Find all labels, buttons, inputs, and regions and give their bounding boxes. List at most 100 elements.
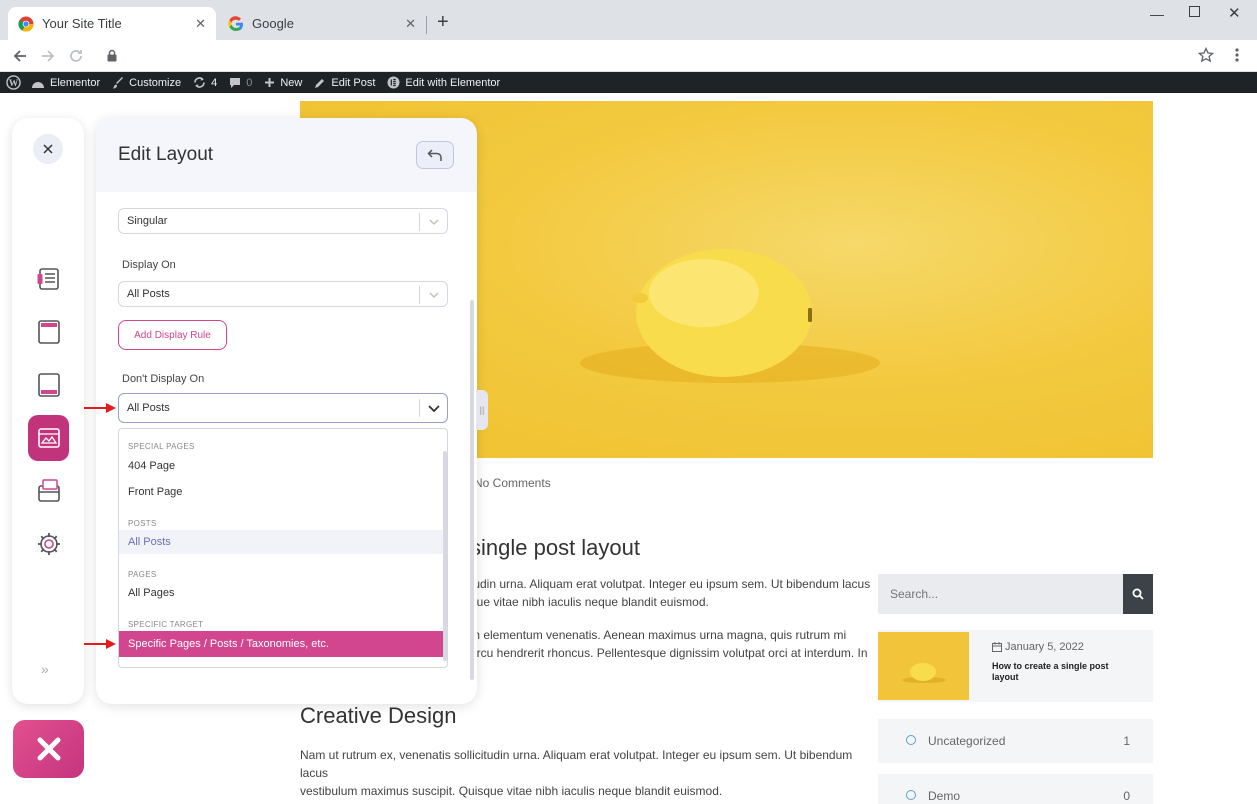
- add-display-rule-button[interactable]: Add Display Rule: [118, 320, 227, 350]
- wp-bar-edit-post[interactable]: Edit Post: [314, 77, 375, 89]
- recent-post-card[interactable]: January 5, 2022 How to create a single p…: [878, 630, 1153, 702]
- section-title: Creative Design: [300, 703, 457, 728]
- close-tab-icon[interactable]: ✕: [195, 16, 206, 32]
- minimize-button[interactable]: —: [1150, 6, 1164, 22]
- group-label-special-pages: SPECIAL PAGES: [128, 442, 195, 451]
- close-tab-icon[interactable]: ✕: [405, 16, 416, 32]
- crossed-x-logo-icon: [37, 737, 60, 761]
- search-widget: [878, 574, 1153, 614]
- svg-text:W: W: [9, 79, 19, 89]
- close-window-button[interactable]: ✕: [1228, 4, 1241, 22]
- post-title: single post layout: [470, 535, 640, 560]
- back-icon[interactable]: [12, 48, 28, 64]
- panel-scrollbar[interactable]: [470, 300, 474, 680]
- dont-display-on-select[interactable]: All Posts: [118, 393, 448, 423]
- wp-bar-edit-with-elementor[interactable]: Edit with Elementor: [387, 76, 500, 89]
- search-icon: [1132, 588, 1144, 600]
- close-panel-button[interactable]: [33, 134, 63, 164]
- tab-title: Your Site Title: [42, 16, 122, 31]
- tab-google[interactable]: Google ✕: [218, 7, 426, 40]
- single-post-template-button[interactable]: [28, 415, 69, 461]
- wp-bar-new[interactable]: New: [264, 77, 302, 89]
- lemon-thumb-image: [902, 663, 946, 683]
- group-label-posts: POSTS: [128, 519, 157, 528]
- lock-icon: [107, 49, 117, 62]
- address-bar[interactable]: [96, 44, 1224, 68]
- single-post-icon: [37, 428, 60, 448]
- option-404-page[interactable]: 404 Page: [119, 454, 443, 478]
- header-template-icon[interactable]: [36, 319, 62, 345]
- menu-kebab-icon[interactable]: [1233, 47, 1241, 63]
- layout-type-value: Singular: [127, 215, 168, 227]
- plus-icon: [265, 78, 275, 87]
- category-item[interactable]: Demo 0: [878, 774, 1153, 804]
- recent-post-thumbnail[interactable]: [878, 632, 969, 700]
- tab-your-site-title[interactable]: Your Site Title ✕: [8, 7, 216, 40]
- maximize-button[interactable]: [1189, 6, 1200, 17]
- wp-bar-elementor[interactable]: Elementor: [31, 77, 100, 89]
- annotation-arrowhead: [106, 403, 116, 413]
- option-front-page[interactable]: Front Page: [119, 480, 443, 504]
- category-name: Demo: [928, 789, 961, 803]
- wordpress-icon[interactable]: W: [6, 75, 21, 90]
- comment-icon: [230, 77, 241, 88]
- category-count: 0: [1123, 789, 1130, 803]
- brush-icon: [113, 76, 124, 88]
- elementor-icon: [387, 76, 400, 89]
- annotation-arrowhead: [106, 639, 116, 649]
- wp-bar-comments[interactable]: 0: [229, 77, 252, 89]
- chevron-down-icon: [419, 399, 447, 417]
- option-all-pages[interactable]: All Pages: [119, 581, 443, 605]
- wp-admin-bar: W Elementor Customize 4 0 New Edit Post …: [0, 72, 1257, 93]
- archive-template-icon[interactable]: [36, 478, 62, 504]
- tab-divider: [426, 16, 427, 34]
- post-paragraph-3: Nam ut rutrum ex, venenatis sollicitudin…: [300, 748, 853, 798]
- bookmark-star-icon[interactable]: [1198, 47, 1214, 63]
- category-name: Uncategorized: [928, 734, 1006, 748]
- chevron-down-icon: [419, 213, 447, 231]
- category-count: 1: [1123, 734, 1130, 748]
- pencil-icon: [315, 78, 325, 88]
- back-button[interactable]: [416, 141, 454, 169]
- option-all-posts-selected[interactable]: All Posts: [119, 530, 443, 554]
- circle-bullet-icon: [906, 735, 916, 745]
- wp-bar-customize[interactable]: Customize: [112, 76, 181, 89]
- chrome-icon: [18, 16, 34, 32]
- dont-display-on-label: Don't Display On: [122, 373, 205, 385]
- post-meta-comments[interactable]: No Comments: [474, 476, 551, 490]
- updates-icon: [194, 77, 205, 88]
- panel-resize-handle[interactable]: ||: [476, 390, 488, 430]
- recent-post-title[interactable]: How to create a single post layout: [992, 661, 1132, 683]
- reload-icon[interactable]: [68, 48, 84, 64]
- calendar-icon: [992, 642, 1002, 652]
- close-icon: [43, 144, 53, 154]
- new-tab-button[interactable]: +: [437, 11, 449, 34]
- dont-display-dropdown-list: SPECIAL PAGES 404 Page Front Page POSTS …: [118, 428, 448, 668]
- layout-type-select[interactable]: Singular: [118, 208, 448, 234]
- category-item[interactable]: Uncategorized 1: [878, 719, 1153, 763]
- chevron-down-icon: [419, 286, 447, 304]
- display-on-value: All Posts: [127, 288, 170, 300]
- dont-display-on-value: All Posts: [127, 402, 170, 414]
- group-label-pages: PAGES: [128, 570, 157, 579]
- option-specific-pages-highlighted[interactable]: Specific Pages / Posts / Taxonomies, etc…: [119, 631, 443, 657]
- search-input[interactable]: [878, 574, 1123, 614]
- wp-bar-updates[interactable]: 4: [193, 76, 217, 89]
- tab-title: Google: [252, 16, 294, 31]
- display-on-select[interactable]: All Posts: [118, 281, 448, 307]
- forward-icon[interactable]: [40, 48, 56, 64]
- circle-bullet-icon: [906, 790, 916, 800]
- builder-sidebar: »: [12, 118, 84, 704]
- dropdown-scrollbar[interactable]: [443, 451, 447, 661]
- display-on-label: Display On: [122, 259, 176, 271]
- panel-title: Edit Layout: [118, 144, 214, 165]
- plugin-logo-button[interactable]: [13, 720, 84, 778]
- expand-sidebar-icon[interactable]: »: [41, 661, 49, 677]
- footer-template-icon[interactable]: [36, 372, 62, 398]
- google-icon: [228, 15, 243, 31]
- dashboard-gauge-icon: [32, 81, 44, 88]
- layout-template-icon[interactable]: [36, 266, 62, 292]
- group-label-specific-target: SPECIFIC TARGET: [128, 620, 204, 629]
- settings-gear-icon[interactable]: [36, 531, 62, 557]
- search-button[interactable]: [1123, 574, 1153, 614]
